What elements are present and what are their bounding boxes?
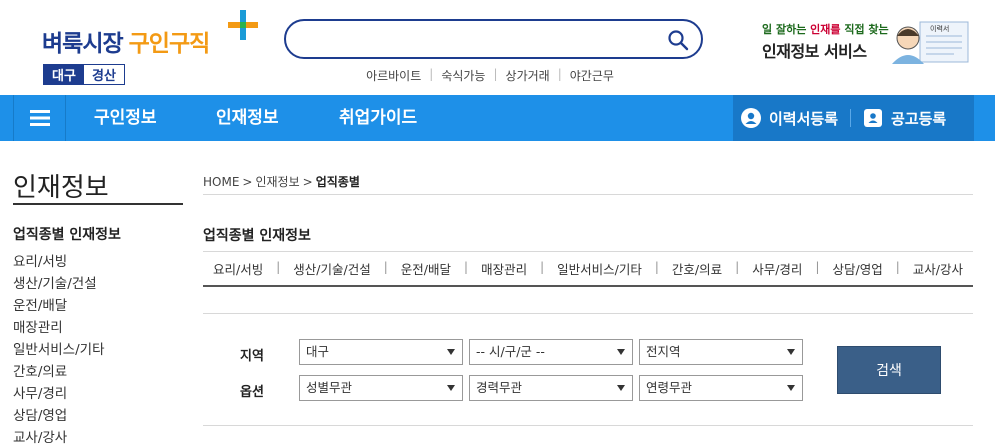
nav-actions: 이력서등록 공고등록 [733, 95, 974, 141]
main-nav: 구인정보 인재정보 취업가이드 이력서등록 공고등록 [0, 95, 995, 141]
sidebar-list: 요리/서빙 생산/기술/건설 운전/배달 매장관리 일반서비스/기타 간호/의료… [13, 251, 105, 446]
logo-wordmark: 벼룩시장 구인구직 [42, 24, 211, 58]
sidebar-item-driving[interactable]: 운전/배달 [13, 295, 105, 317]
category-underline [203, 285, 973, 287]
tab-office[interactable]: 사무/경리 [752, 259, 802, 278]
site-logo[interactable]: 벼룩시장 구인구직 대구 경산 [42, 8, 262, 88]
page-title: 업직종별 인재정보 [203, 228, 311, 244]
search-icon[interactable] [667, 29, 689, 51]
option-label: 옵션 [240, 385, 264, 400]
tab-production[interactable]: 생산/기술/건설 [293, 259, 370, 278]
tab-teacher[interactable]: 교사/강사 [913, 259, 963, 278]
page: 벼룩시장 구인구직 대구 경산 아르바이트 | 숙식가능 | 상가거래 | 야간근무 일… [0, 0, 995, 446]
talent-service-banner[interactable]: 일 잘하는 인재를 직접 찾는 인재정보 서비스 이력서 [760, 20, 970, 66]
breadcrumb: HOME > 인재정보 > 업직종별 [203, 173, 360, 190]
nav-talent-info[interactable]: 인재정보 [216, 95, 279, 141]
svg-text:이력서: 이력서 [930, 24, 949, 33]
breadcrumb-current: 업직종별 [315, 175, 360, 189]
divider [850, 109, 852, 127]
tab-cooking[interactable]: 요리/서빙 [213, 259, 263, 278]
nav-inner: 구인정보 인재정보 취업가이드 이력서등록 공고등록 [13, 95, 974, 141]
sidebar-item-sales[interactable]: 상담/영업 [13, 405, 105, 427]
search-input[interactable] [302, 27, 662, 51]
logo-part2: 구인구직 [128, 31, 211, 57]
caret-down-icon [447, 349, 455, 355]
caret-down-icon [787, 385, 795, 391]
gender-select[interactable]: 성별무관 [299, 375, 463, 401]
caret-down-icon [787, 349, 795, 355]
region-badge: 대구 경산 [43, 64, 125, 85]
user-icon [741, 108, 761, 128]
divider: | [654, 259, 659, 274]
divider: | [895, 259, 900, 274]
hamburger-menu-button[interactable] [14, 95, 66, 141]
tab-driving[interactable]: 운전/배달 [401, 259, 451, 278]
career-select[interactable]: 경력무관 [469, 375, 633, 401]
banner-title: 인재정보 서비스 [762, 42, 867, 61]
chevron-right-icon: > [242, 175, 253, 189]
region-label: 지역 [240, 349, 264, 364]
divider: | [493, 67, 498, 81]
divider: | [383, 259, 388, 274]
divider: | [540, 259, 545, 274]
sidebar-item-production[interactable]: 생산/기술/건설 [13, 273, 105, 295]
age-select[interactable]: 연령무관 [639, 375, 803, 401]
divider: | [815, 259, 820, 274]
caret-down-icon [447, 385, 455, 391]
category-tabs: 요리/서빙 | 생산/기술/건설 | 운전/배달 | 매장관리 | 일반서비스/기타 | … [203, 259, 973, 278]
divider: | [735, 259, 740, 274]
tab-store[interactable]: 매장관리 [481, 259, 527, 278]
sidebar-item-office[interactable]: 사무/경리 [13, 383, 105, 405]
quick-links: 아르바이트 | 숙식가능 | 상가거래 | 야간근무 [350, 67, 630, 84]
hamburger-icon [29, 110, 50, 126]
nav-job-info[interactable]: 구인정보 [94, 95, 157, 141]
id-card-icon [864, 109, 883, 127]
region-select[interactable]: 대구 [299, 339, 463, 365]
quick-link-shop-deal[interactable]: 상가거래 [506, 67, 550, 84]
sidebar-divider [13, 203, 183, 205]
quick-link-lodging[interactable]: 숙식가능 [441, 67, 485, 84]
divider: | [429, 67, 434, 81]
region-gyeongsan: 경산 [84, 65, 124, 84]
search-button[interactable]: 검색 [837, 346, 941, 394]
divider [203, 194, 973, 195]
divider [203, 251, 973, 252]
caret-down-icon [617, 349, 625, 355]
sidebar-item-service[interactable]: 일반서비스/기타 [13, 339, 105, 361]
divider: | [557, 67, 562, 81]
area-select[interactable]: 전지역 [639, 339, 803, 365]
nav-career-guide[interactable]: 취업가이드 [339, 95, 417, 141]
resume-illustration-icon: 이력서 [892, 21, 969, 64]
divider [203, 425, 973, 426]
divider: | [276, 259, 281, 274]
logo-part1: 벼룩시장 [42, 31, 124, 57]
quick-link-night-work[interactable]: 야간근무 [570, 67, 614, 84]
sidebar-title: 인재정보 [13, 173, 109, 203]
tab-sales[interactable]: 상담/영업 [832, 259, 882, 278]
logo-cross-icon [228, 10, 258, 40]
region-daegu: 대구 [44, 65, 84, 84]
sidebar-item-medical[interactable]: 간호/의료 [13, 361, 105, 383]
tab-medical[interactable]: 간호/의료 [672, 259, 722, 278]
banner-tagline: 일 잘하는 인재를 직접 찾는 [762, 23, 889, 36]
resume-register-button[interactable]: 이력서등록 [741, 108, 838, 129]
caret-down-icon [617, 385, 625, 391]
divider: | [463, 259, 469, 274]
sidebar-item-cooking[interactable]: 요리/서빙 [13, 251, 105, 273]
chevron-right-icon: > [302, 175, 313, 189]
sidebar-item-teacher[interactable]: 교사/강사 [13, 427, 105, 446]
tab-service[interactable]: 일반서비스/기타 [557, 259, 642, 278]
search-box [284, 19, 703, 59]
quick-link-part-time[interactable]: 아르바이트 [366, 67, 421, 84]
breadcrumb-talent[interactable]: 인재정보 [255, 175, 299, 189]
city-select[interactable]: -- 시/구/군 -- [469, 339, 633, 365]
sidebar-item-store[interactable]: 매장관리 [13, 317, 105, 339]
divider [203, 313, 973, 314]
breadcrumb-home[interactable]: HOME [203, 175, 239, 189]
post-register-button[interactable]: 공고등록 [863, 108, 946, 129]
sidebar-subtitle[interactable]: 업직종별 인재정보 [13, 224, 121, 244]
